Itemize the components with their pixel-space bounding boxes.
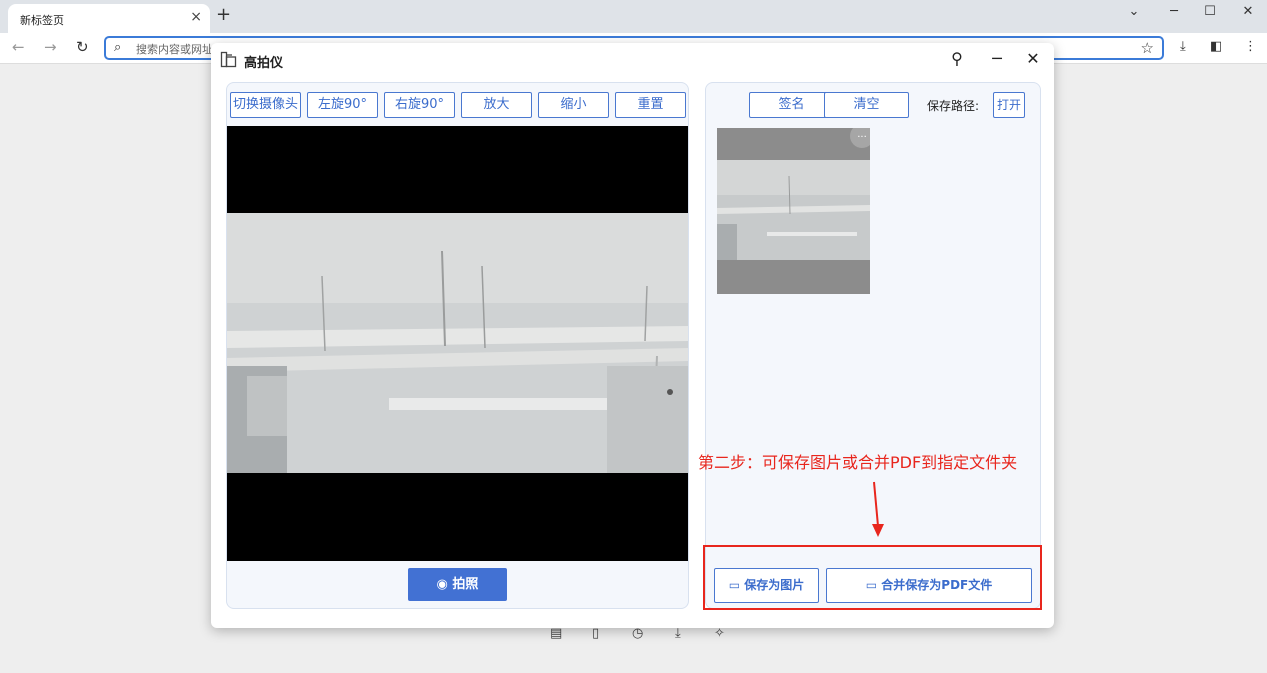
minimize-window-icon[interactable]: ─: [1162, 4, 1186, 19]
pin-icon[interactable]: ⚲: [946, 49, 968, 68]
annotation-arrow-icon: [872, 481, 884, 537]
camera-icon: ◉: [436, 577, 448, 592]
close-window-icon[interactable]: ✕: [1236, 4, 1260, 19]
collections-icon[interactable]: ▤: [550, 626, 562, 641]
open-folder-button[interactable]: 打开: [993, 92, 1025, 118]
back-icon[interactable]: ←: [12, 38, 25, 56]
browser-tab-bar: 新标签页 × + ⌄ ─ ☐ ✕: [0, 0, 1267, 33]
reset-button[interactable]: 重置: [615, 92, 686, 118]
zoom-in-button[interactable]: 放大: [461, 92, 532, 118]
menu-icon[interactable]: ⋮: [1244, 39, 1257, 54]
shoot-label: 拍照: [452, 577, 479, 592]
annotation-highlight-box: [703, 545, 1042, 610]
annotation-text: 第二步：可保存图片或合并PDF到指定文件夹: [698, 453, 1018, 472]
search-icon: ⌕: [114, 40, 122, 55]
scanner-dialog: 高拍仪 ⚲ ─ ✕ 切换摄像头 左旋90° 右旋90° 放大 缩小 重置 ◉ 拍…: [211, 43, 1054, 628]
reload-icon[interactable]: ↻: [76, 38, 89, 56]
browser-tab[interactable]: 新标签页 ×: [8, 4, 210, 33]
camera-preview: [227, 126, 688, 561]
tab-title: 新标签页: [20, 14, 64, 27]
new-tab-button[interactable]: +: [216, 4, 231, 25]
save-path-label: 保存路径:: [927, 99, 980, 113]
history-icon[interactable]: ◷: [632, 626, 643, 641]
rotate-left-button[interactable]: 左旋90°: [307, 92, 378, 118]
address-bar-placeholder: 搜索内容或网址: [136, 43, 213, 56]
scanner-icon: [220, 51, 237, 68]
sidebar-icon[interactable]: ◧: [1210, 39, 1222, 54]
maximize-window-icon[interactable]: ☐: [1198, 4, 1222, 19]
camera-panel: 切换摄像头 左旋90° 右旋90° 放大 缩小 重置 ◉ 拍照: [226, 82, 689, 609]
close-dialog-icon[interactable]: ✕: [1022, 49, 1044, 68]
tab-close-icon[interactable]: ×: [190, 9, 202, 25]
forward-icon[interactable]: →: [44, 38, 57, 56]
thumbnail-image: [717, 160, 870, 260]
extensions-icon[interactable]: ✧: [714, 626, 725, 641]
camera-feed-image: [227, 213, 688, 474]
dialog-title: 高拍仪: [244, 56, 284, 71]
shoot-button[interactable]: ◉ 拍照: [408, 568, 507, 601]
minimize-dialog-icon[interactable]: ─: [986, 49, 1008, 68]
captured-thumbnail[interactable]: ···: [717, 128, 870, 294]
bookmarks-icon[interactable]: ▯: [592, 626, 599, 641]
rotate-right-button[interactable]: 右旋90°: [384, 92, 455, 118]
downloads-icon[interactable]: ⤓: [675, 626, 681, 641]
download-icon[interactable]: ⤓: [1180, 39, 1186, 54]
zoom-out-button[interactable]: 缩小: [538, 92, 609, 118]
sign-button[interactable]: 签名: [749, 92, 834, 118]
switch-camera-button[interactable]: 切换摄像头: [230, 92, 301, 118]
clear-button[interactable]: 清空: [824, 92, 909, 118]
tab-search-icon[interactable]: ⌄: [1122, 4, 1146, 19]
bookmark-star-icon[interactable]: ☆: [1141, 39, 1154, 57]
